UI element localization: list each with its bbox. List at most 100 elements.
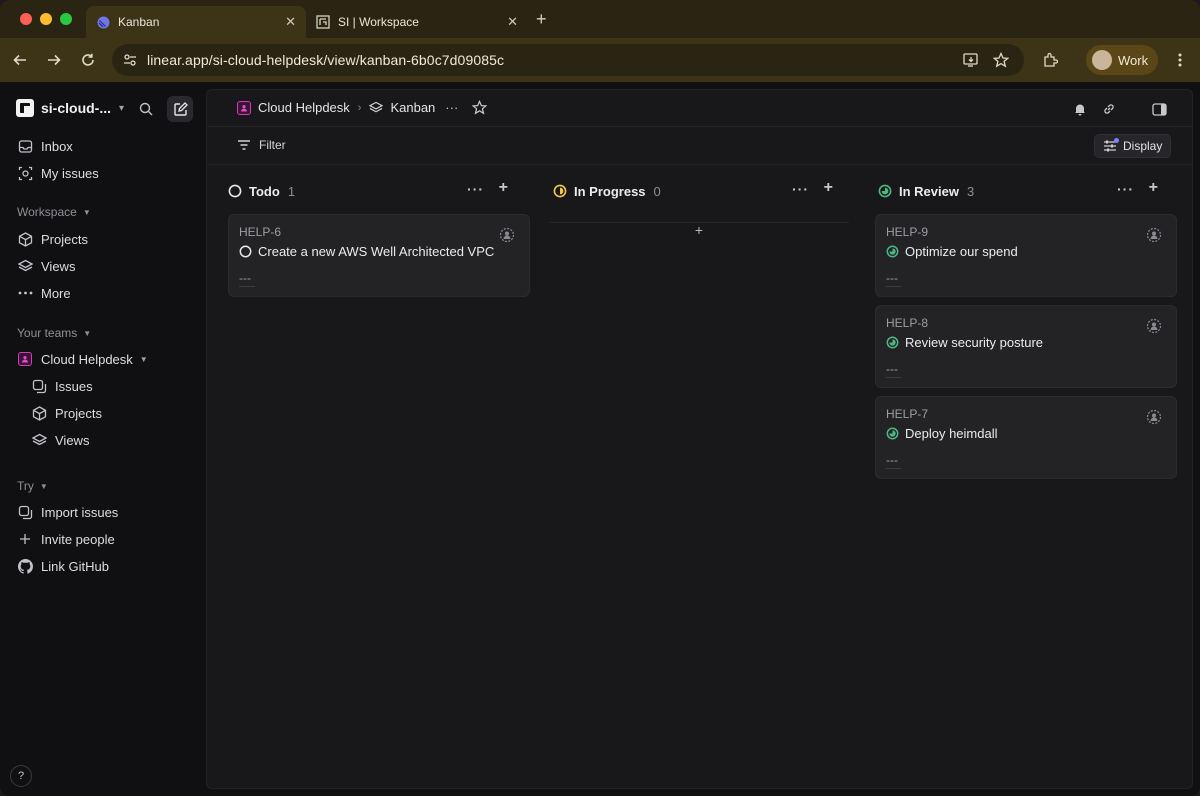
issue-card[interactable]: HELP-7 Deploy heimdall --- bbox=[875, 396, 1177, 479]
sidebar-item-label: Projects bbox=[41, 231, 88, 247]
browser-toolbar: linear.app/si-cloud-helpdesk/view/kanban… bbox=[0, 38, 1200, 82]
workspace-switcher[interactable]: si-cloud-... ▾ bbox=[16, 98, 124, 118]
si-logo-icon bbox=[316, 15, 330, 29]
maximize-window-button[interactable] bbox=[60, 13, 72, 25]
display-label: Display bbox=[1123, 139, 1163, 153]
column-add-button[interactable]: + bbox=[499, 179, 508, 197]
todo-status-icon[interactable] bbox=[239, 245, 252, 258]
sidebar-item-team-issues[interactable]: Issues bbox=[30, 374, 93, 398]
column-add-button[interactable]: + bbox=[1149, 179, 1158, 197]
board-column-todo: Todo 1 ··· + HELP-6 Create a new AWS Wel… bbox=[211, 179, 530, 297]
column-options-button[interactable]: ··· bbox=[467, 181, 484, 197]
caret-down-icon: ▼ bbox=[83, 328, 92, 338]
column-count: 1 bbox=[287, 183, 296, 199]
breadcrumb-team[interactable]: Cloud Helpdesk bbox=[258, 100, 350, 115]
issue-title: Optimize our spend bbox=[905, 244, 1018, 259]
filter-button[interactable]: Filter bbox=[237, 138, 286, 152]
team-icon bbox=[16, 350, 34, 368]
column-add-button[interactable]: + bbox=[824, 179, 833, 197]
display-indicator-dot bbox=[1114, 138, 1119, 143]
view-header: Cloud Helpdesk › Kanban ··· bbox=[207, 90, 1192, 127]
new-tab-icon[interactable]: + bbox=[536, 9, 547, 30]
tab-bar: Kanban ✕ SI | Workspace ✕ + bbox=[0, 0, 1200, 38]
back-arrow-icon[interactable] bbox=[10, 50, 30, 70]
issue-card[interactable]: HELP-6 Create a new AWS Well Architected… bbox=[228, 214, 530, 297]
sidebar-item-link-github[interactable]: Link GitHub bbox=[16, 554, 109, 578]
url-text: linear.app/si-cloud-helpdesk/view/kanban… bbox=[147, 52, 505, 68]
copy-link-icon[interactable] bbox=[1099, 99, 1119, 119]
browser-tab-kanban[interactable]: Kanban ✕ bbox=[86, 6, 306, 38]
new-issue-button[interactable] bbox=[167, 96, 193, 122]
sidebar-item-label: Views bbox=[55, 432, 90, 448]
issue-id: HELP-9 bbox=[886, 225, 929, 239]
filter-label: Filter bbox=[259, 138, 286, 152]
sidebar-item-views[interactable]: Views bbox=[16, 254, 75, 278]
workspace-logo-icon bbox=[16, 99, 34, 117]
views-icon bbox=[16, 257, 34, 275]
unassigned-avatar-icon[interactable] bbox=[1146, 227, 1162, 243]
help-label: ? bbox=[17, 770, 25, 782]
unassigned-avatar-icon[interactable] bbox=[1146, 409, 1162, 425]
display-button[interactable]: Display bbox=[1094, 134, 1171, 158]
compose-icon bbox=[173, 101, 188, 116]
address-bar[interactable]: linear.app/si-cloud-helpdesk/view/kanban… bbox=[112, 44, 1024, 76]
site-settings-icon[interactable] bbox=[123, 53, 137, 67]
browser-tab-si-workspace[interactable]: SI | Workspace ✕ bbox=[306, 6, 528, 38]
bookmark-star-icon[interactable] bbox=[993, 52, 1009, 68]
forward-arrow-icon[interactable] bbox=[44, 50, 64, 70]
toggle-panel-icon[interactable] bbox=[1149, 99, 1169, 119]
unassigned-avatar-icon[interactable] bbox=[1146, 318, 1162, 334]
extensions-icon[interactable] bbox=[1040, 50, 1060, 70]
more-icon bbox=[16, 284, 34, 302]
in-review-status-icon[interactable] bbox=[886, 245, 899, 258]
column-options-button[interactable]: ··· bbox=[792, 181, 809, 197]
sidebar-item-team-projects[interactable]: Projects bbox=[30, 401, 102, 425]
sidebar-item-import-issues[interactable]: Import issues bbox=[16, 500, 118, 524]
help-button[interactable]: ? bbox=[10, 765, 32, 787]
my-issues-icon bbox=[16, 164, 34, 182]
column-options-button[interactable]: ··· bbox=[1117, 181, 1134, 197]
sidebar-item-inbox[interactable]: Inbox bbox=[16, 134, 73, 158]
issue-meta[interactable]: --- bbox=[886, 271, 902, 287]
section-your-teams[interactable]: Your teams ▼ bbox=[17, 326, 91, 340]
sidebar-item-team-views[interactable]: Views bbox=[30, 428, 89, 452]
issue-meta[interactable]: --- bbox=[886, 362, 902, 378]
sidebar-item-invite-people[interactable]: Invite people bbox=[16, 527, 115, 551]
avatar bbox=[1092, 50, 1112, 70]
sidebar-item-projects[interactable]: Projects bbox=[16, 227, 88, 251]
chevron-down-icon: ▾ bbox=[119, 102, 125, 114]
unassigned-avatar-icon[interactable] bbox=[499, 227, 515, 243]
views-icon bbox=[30, 431, 48, 449]
profile-chip[interactable]: Work bbox=[1086, 45, 1158, 75]
sidebar-item-label: Import issues bbox=[41, 504, 119, 520]
linear-logo-icon bbox=[96, 15, 110, 29]
in-review-status-icon[interactable] bbox=[886, 427, 899, 440]
sidebar-item-my-issues[interactable]: My issues bbox=[16, 161, 99, 185]
notifications-bell-icon[interactable] bbox=[1070, 99, 1090, 119]
section-try[interactable]: Try ▼ bbox=[17, 479, 48, 493]
in-progress-status-icon bbox=[553, 184, 567, 198]
in-review-status-icon[interactable] bbox=[886, 336, 899, 349]
view-options-button[interactable]: ··· bbox=[445, 100, 458, 115]
issue-meta[interactable]: --- bbox=[886, 453, 902, 469]
favorite-star-icon[interactable] bbox=[472, 100, 488, 115]
close-tab-icon[interactable]: ✕ bbox=[285, 14, 296, 30]
issue-card[interactable]: HELP-8 Review security posture --- bbox=[875, 305, 1177, 388]
sidebar-item-more[interactable]: More bbox=[16, 281, 71, 305]
issue-meta[interactable]: --- bbox=[239, 271, 255, 287]
sidebar-item-label: Link GitHub bbox=[41, 558, 109, 574]
section-workspace[interactable]: Workspace ▼ bbox=[17, 205, 91, 219]
issue-id: HELP-7 bbox=[886, 407, 929, 421]
search-icon[interactable] bbox=[133, 96, 159, 122]
close-tab-icon[interactable]: ✕ bbox=[507, 14, 518, 30]
install-app-icon[interactable] bbox=[963, 52, 979, 68]
browser-menu-icon[interactable] bbox=[1170, 50, 1190, 70]
add-issue-placeholder[interactable]: + bbox=[549, 222, 849, 238]
reload-icon[interactable] bbox=[78, 50, 98, 70]
close-window-button[interactable] bbox=[20, 13, 32, 25]
breadcrumb-view[interactable]: Kanban bbox=[390, 100, 435, 115]
sidebar-team-cloud-helpdesk[interactable]: Cloud Helpdesk ▼ bbox=[16, 347, 148, 371]
minimize-window-button[interactable] bbox=[40, 13, 52, 25]
issue-card[interactable]: HELP-9 Optimize our spend --- bbox=[875, 214, 1177, 297]
projects-icon bbox=[30, 404, 48, 422]
